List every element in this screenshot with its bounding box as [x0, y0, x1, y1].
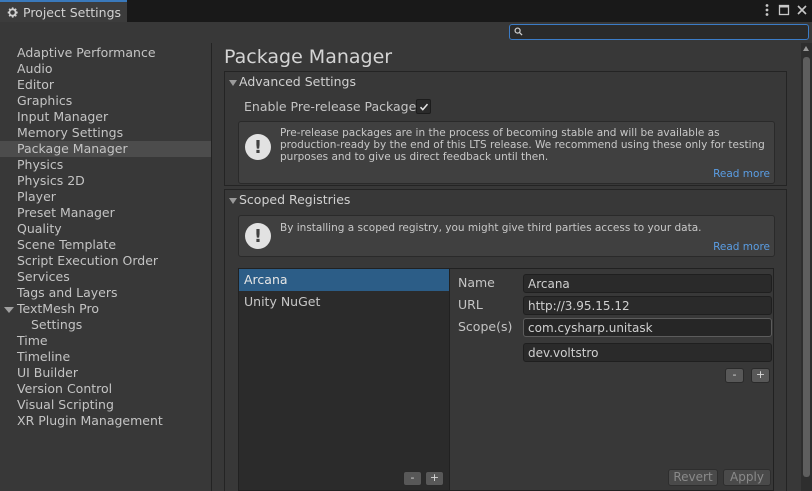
scopes-label: Scope(s) [458, 319, 513, 334]
sidebar-item-preset-manager[interactable]: Preset Manager [0, 205, 211, 221]
sidebar-item-visual-scripting[interactable]: Visual Scripting [0, 397, 211, 413]
prerelease-help-text: Pre-release packages are in the process … [280, 127, 765, 163]
foldout-triangle-icon [229, 80, 237, 86]
title-bar: Project Settings [0, 0, 812, 22]
window-controls [762, 3, 808, 21]
tab-project-settings[interactable]: Project Settings [0, 0, 127, 22]
advanced-settings-section: Advanced Settings Enable Pre-release Pac… [224, 71, 787, 186]
prerelease-checkbox[interactable] [416, 99, 431, 114]
warning-icon: ! [245, 134, 271, 160]
sidebar-item-player[interactable]: Player [0, 189, 211, 205]
sidebar-item-physics[interactable]: Physics [0, 157, 211, 173]
sidebar-item-xr-plugin-management[interactable]: XR Plugin Management [0, 413, 211, 429]
vertical-scrollbar[interactable] [801, 43, 812, 491]
advanced-settings-header[interactable]: Advanced Settings [225, 72, 356, 92]
sidebar-item-audio[interactable]: Audio [0, 61, 211, 77]
sidebar-item-physics-2d[interactable]: Physics 2D [0, 173, 211, 189]
scoped-help-text: By installing a scoped registry, you mig… [280, 222, 702, 234]
sidebar-item-script-execution-order[interactable]: Script Execution Order [0, 253, 211, 269]
sidebar-item-editor[interactable]: Editor [0, 77, 211, 93]
sidebar-item-textmesh-settings[interactable]: Settings [0, 317, 211, 333]
registry-item-unity-nuget[interactable]: Unity NuGet [239, 291, 449, 313]
more-vertical-icon[interactable] [762, 3, 772, 21]
scope-field-2[interactable]: dev.voltstro [523, 343, 772, 362]
registry-list: Arcana Unity NuGet - + [238, 268, 450, 491]
search-icon [514, 27, 523, 36]
sidebar-item-memory-settings[interactable]: Memory Settings [0, 125, 211, 141]
prerelease-helpbox: ! Pre-release packages are in the proces… [238, 121, 775, 184]
apply-button[interactable]: Apply [723, 469, 771, 486]
search-input[interactable] [509, 24, 809, 40]
sidebar-item-time[interactable]: Time [0, 333, 211, 349]
registry-details: Name Arcana URL http://3.95.15.12 Scope(… [449, 268, 774, 491]
expand-triangle-icon[interactable] [4, 306, 14, 313]
url-field[interactable]: http://3.95.15.12 [523, 296, 772, 315]
settings-sidebar: Adaptive Performance Audio Editor Graphi… [0, 43, 212, 491]
sidebar-item-ui-builder[interactable]: UI Builder [0, 365, 211, 381]
sidebar-item-version-control[interactable]: Version Control [0, 381, 211, 397]
scroll-up-arrow-icon[interactable] [803, 46, 809, 51]
sidebar-item-textmesh-pro[interactable]: TextMesh Pro [0, 301, 211, 317]
sidebar-item-input-manager[interactable]: Input Manager [0, 109, 211, 125]
scoped-registries-title: Scoped Registries [239, 192, 351, 207]
maximize-icon[interactable] [778, 3, 790, 21]
add-registry-button[interactable]: + [425, 471, 444, 486]
sidebar-item-scene-template[interactable]: Scene Template [0, 237, 211, 253]
sidebar-item-package-manager[interactable]: Package Manager [0, 141, 211, 157]
main-panel: Package Manager Advanced Settings Enable… [213, 43, 801, 491]
sidebar-item-quality[interactable]: Quality [0, 221, 211, 237]
name-field[interactable]: Arcana [523, 274, 772, 293]
remove-scope-button[interactable]: - [725, 368, 744, 383]
name-label: Name [458, 275, 495, 290]
gear-icon [6, 6, 19, 19]
scoped-registries-header[interactable]: Scoped Registries [225, 190, 350, 210]
remove-registry-button[interactable]: - [403, 471, 422, 486]
sidebar-item-label: TextMesh Pro [17, 301, 99, 316]
advanced-settings-title: Advanced Settings [239, 74, 356, 89]
revert-button[interactable]: Revert [668, 469, 718, 486]
scoped-helpbox: ! By installing a scoped registry, you m… [238, 215, 775, 257]
url-label: URL [458, 297, 483, 312]
foldout-triangle-icon [229, 198, 237, 204]
checkmark-icon [419, 103, 428, 111]
sidebar-item-tags-and-layers[interactable]: Tags and Layers [0, 285, 211, 301]
registry-item-arcana[interactable]: Arcana [239, 269, 449, 291]
sidebar-item-graphics[interactable]: Graphics [0, 93, 211, 109]
read-more-link[interactable]: Read more [713, 241, 770, 253]
tab-title: Project Settings [23, 4, 122, 20]
scope-field-1[interactable]: com.cysharp.unitask [523, 318, 772, 337]
sidebar-item-services[interactable]: Services [0, 269, 211, 285]
sidebar-item-timeline[interactable]: Timeline [0, 349, 211, 365]
add-scope-button[interactable]: + [751, 368, 770, 383]
warning-icon: ! [245, 223, 271, 249]
close-icon[interactable] [796, 3, 808, 21]
page-title: Package Manager [224, 46, 393, 68]
sidebar-item-adaptive-performance[interactable]: Adaptive Performance [0, 45, 211, 61]
read-more-link[interactable]: Read more [713, 168, 770, 180]
prerelease-toggle-label: Enable Pre-release Packages [244, 99, 423, 114]
scrollbar-thumb[interactable] [803, 57, 810, 477]
